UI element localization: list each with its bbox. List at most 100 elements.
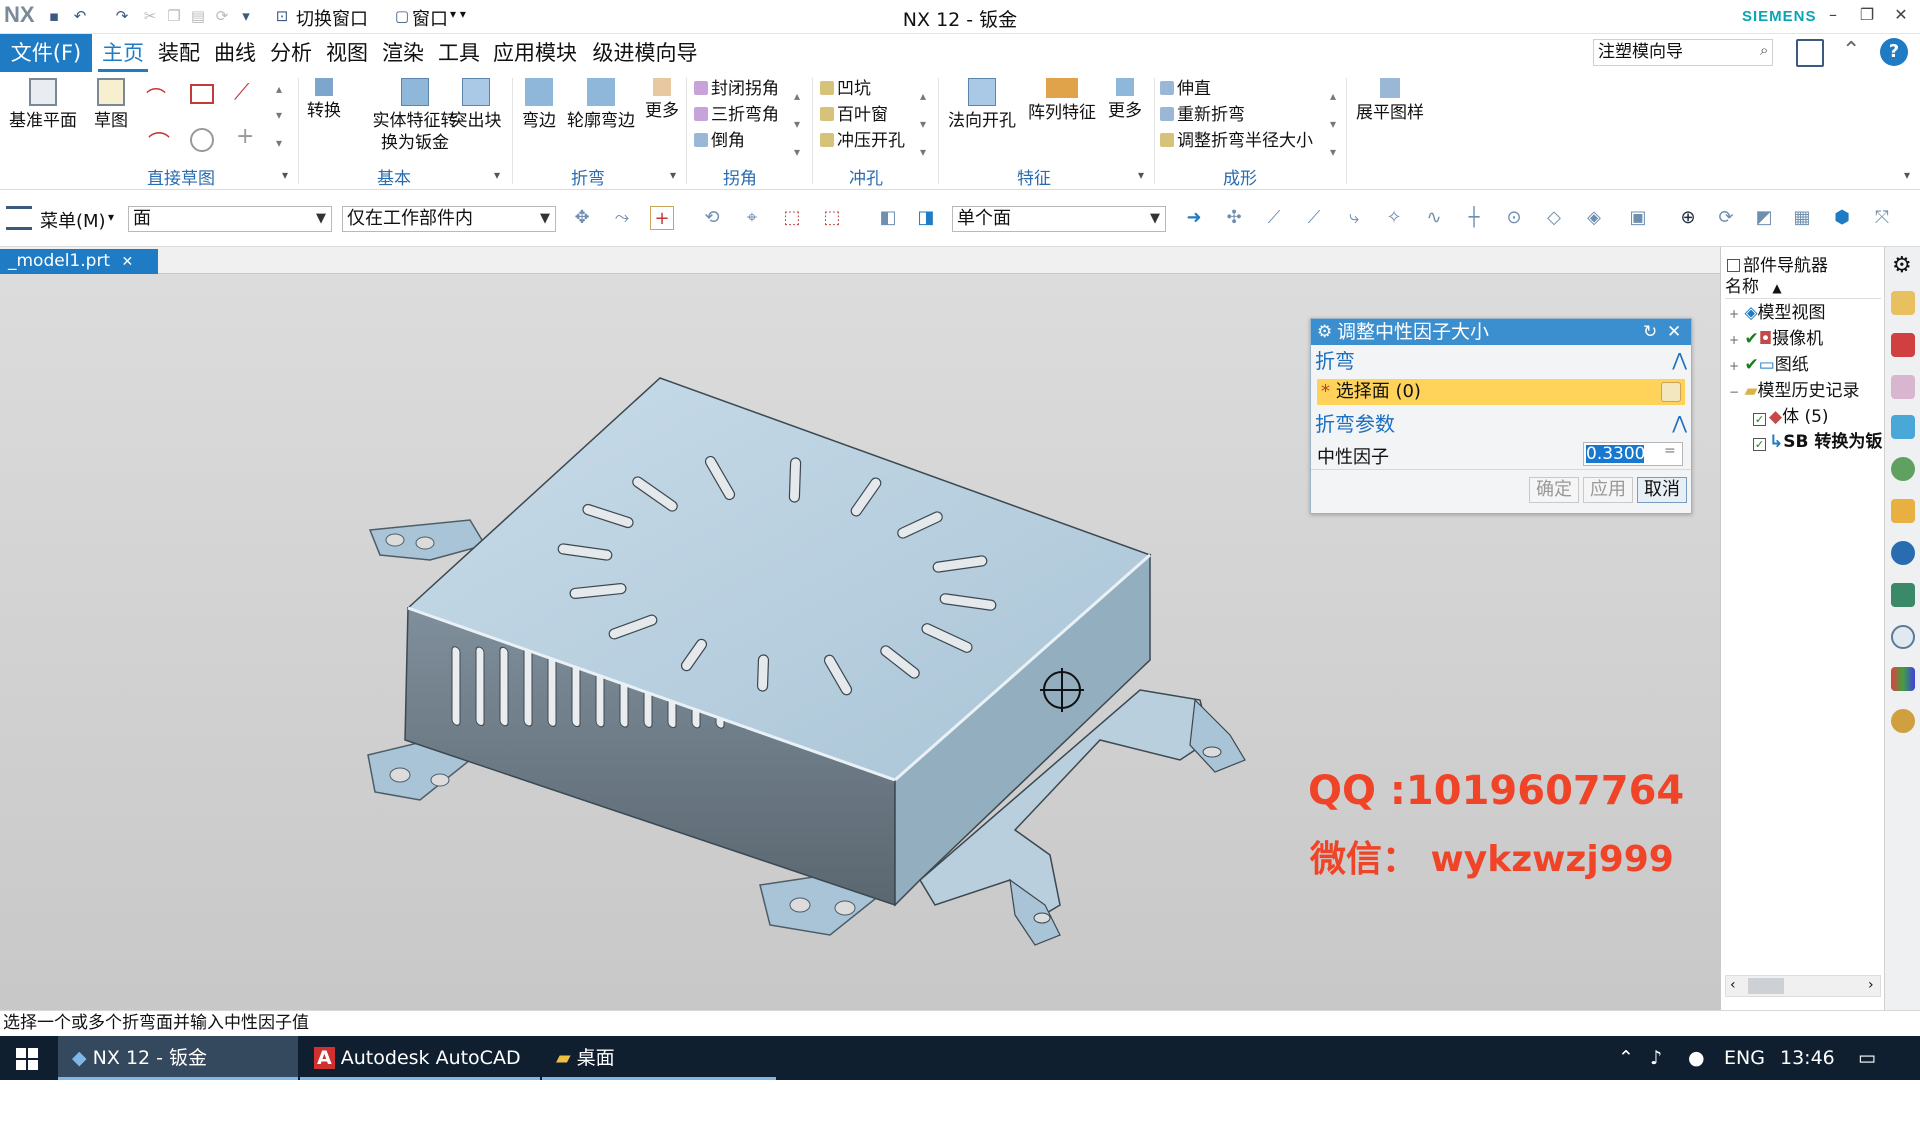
profile-icon[interactable]: ⌒ bbox=[146, 82, 166, 111]
section-params-header[interactable]: 折弯参数 ⋀ bbox=[1315, 411, 1687, 437]
tree-item-body[interactable]: ✓ ◆体 (5) bbox=[1729, 405, 1883, 430]
tab-feature-button[interactable]: 突出块 bbox=[446, 78, 506, 132]
navigator-pin-icon[interactable] bbox=[1727, 259, 1740, 272]
tree-item-convert-sheetmetal[interactable]: ✓ ↳SB 转换为钣 bbox=[1729, 430, 1883, 455]
tab-render[interactable]: 渲染 bbox=[378, 34, 428, 72]
drawn-cutout-button[interactable]: 冲压开孔 bbox=[820, 128, 928, 154]
punch-dropdown-icons[interactable]: ▴ ▾ ▾ bbox=[920, 82, 926, 166]
history-palette-icon[interactable] bbox=[1891, 583, 1915, 607]
taskbar-desktop-folder[interactable]: ▰ 桌面 bbox=[542, 1036, 776, 1080]
more-bend-button[interactable]: 更多 bbox=[642, 78, 682, 122]
switch-window-button[interactable]: 切换窗口 bbox=[296, 5, 368, 31]
select-face-row[interactable]: * 选择面 (0) bbox=[1317, 379, 1685, 405]
normal-cutout-button[interactable]: 法向开孔 bbox=[944, 78, 1020, 132]
line-icon[interactable]: ⟋ bbox=[234, 80, 249, 105]
arrow-right-icon[interactable]: ➜ bbox=[1182, 206, 1206, 230]
fit-view-icon[interactable]: ⊕ bbox=[1676, 206, 1700, 230]
sketch-button[interactable]: 草图 bbox=[88, 78, 134, 132]
snap-point-icon[interactable]: + bbox=[650, 206, 674, 230]
tree-item-model-history[interactable]: − ▰模型历史记录 bbox=[1729, 379, 1883, 405]
gallery-expand-icon[interactable]: ▾ bbox=[276, 136, 282, 150]
snap-axis-icon[interactable]: ┼ bbox=[1462, 206, 1486, 230]
assembly-navigator-icon[interactable] bbox=[1891, 291, 1915, 315]
tree-item-drawings[interactable]: + ✔▭图纸 bbox=[1729, 353, 1883, 379]
process-studio-icon[interactable] bbox=[1891, 667, 1915, 691]
collapse-ribbon-icon[interactable]: ⌃ bbox=[1842, 38, 1860, 63]
fullscreen-icon[interactable] bbox=[1796, 39, 1824, 67]
snap-existing-icon[interactable]: ✣ bbox=[1222, 206, 1246, 230]
chevron-down-icon[interactable]: ▾ bbox=[494, 168, 500, 182]
tab-curve[interactable]: 曲线 bbox=[210, 34, 260, 72]
tree-item-model-views[interactable]: + ◈模型视图 bbox=[1729, 301, 1883, 327]
minimize-icon[interactable]: – bbox=[1818, 5, 1848, 29]
chevron-down-icon[interactable]: ▾ bbox=[670, 168, 676, 182]
select-feature-icon[interactable]: ⟲ bbox=[700, 206, 724, 230]
collapse-icon[interactable]: ⋀ bbox=[1672, 411, 1687, 437]
neutral-factor-input[interactable]: 0.3300 = bbox=[1583, 442, 1683, 466]
tab-progressive-die[interactable]: 级进模向导 bbox=[588, 34, 702, 72]
render-style-icon[interactable]: ⬢ bbox=[1830, 206, 1854, 230]
cut-icon[interactable]: ✂ bbox=[140, 6, 160, 26]
help-icon[interactable]: ? bbox=[1880, 38, 1908, 66]
point-constructor-icon[interactable]: ⌖ bbox=[740, 206, 764, 230]
cube-select-icon[interactable]: ⬚ bbox=[780, 206, 804, 230]
clock-icon[interactable] bbox=[1891, 625, 1915, 649]
corner-dropdown-icons[interactable]: ▴ ▾ ▾ bbox=[794, 82, 800, 166]
chevron-down-icon[interactable]: ▾ bbox=[108, 210, 114, 224]
close-icon[interactable]: ✕ bbox=[1886, 5, 1916, 29]
hd3d-tools-icon[interactable] bbox=[1891, 499, 1915, 523]
window-menu-button[interactable]: 窗口 bbox=[412, 5, 448, 31]
tab-analysis[interactable]: 分析 bbox=[266, 34, 316, 72]
reset-icon[interactable]: ↻ bbox=[1643, 319, 1657, 345]
rectangle-select-icon[interactable]: ⬚ bbox=[820, 206, 844, 230]
tab-home[interactable]: 主页 bbox=[98, 34, 148, 72]
flat-pattern-button[interactable]: 展平图样 bbox=[1352, 78, 1428, 124]
closed-corner-button[interactable]: 封闭拐角 bbox=[694, 76, 806, 102]
tray-overflow-icon[interactable]: ⌃ bbox=[1618, 1036, 1634, 1080]
reuse-library-icon[interactable] bbox=[1891, 415, 1915, 439]
snap-curve-icon[interactable]: ∿ bbox=[1422, 206, 1446, 230]
chamfer-button[interactable]: 倒角 bbox=[694, 128, 806, 154]
rectangle-icon[interactable] bbox=[190, 84, 214, 104]
windows-start-icon[interactable] bbox=[16, 1048, 38, 1070]
point-icon[interactable]: + bbox=[236, 124, 254, 149]
circle-icon[interactable] bbox=[190, 128, 214, 152]
volume-icon[interactable]: ♪ bbox=[1650, 1036, 1662, 1080]
flange-button[interactable]: 弯边 bbox=[516, 78, 562, 132]
ok-button[interactable]: 确定 bbox=[1529, 477, 1579, 503]
resize-bend-radius-button[interactable]: 调整折弯半径大小 bbox=[1160, 128, 1330, 154]
scroll-thumb[interactable] bbox=[1748, 978, 1784, 994]
snap-quadrant-icon[interactable]: ◇ bbox=[1542, 206, 1566, 230]
taskbar-nx-app[interactable]: ◆ NX 12 - 钣金 bbox=[58, 1036, 298, 1080]
snap-mid-icon[interactable]: ⟋ bbox=[1302, 206, 1326, 230]
form-dropdown-icons[interactable]: ▴ ▾ ▾ bbox=[1330, 82, 1336, 166]
three-bend-corner-button[interactable]: 三折弯角 bbox=[694, 102, 806, 128]
undo-icon[interactable]: ↶ bbox=[70, 6, 90, 26]
snap-end-icon[interactable]: ⟋ bbox=[1262, 206, 1286, 230]
snap-view-icon[interactable]: ▣ bbox=[1626, 206, 1650, 230]
collapse-icon[interactable]: ⋀ bbox=[1672, 348, 1687, 374]
tab-view[interactable]: 视图 bbox=[322, 34, 372, 72]
contour-flange-button[interactable]: 轮廓弯边 bbox=[564, 78, 638, 132]
navigator-hscrollbar[interactable]: ‹ › bbox=[1725, 975, 1881, 997]
face-rule-select[interactable]: 单个面 ▼ bbox=[952, 206, 1166, 232]
gallery-scroll-down-icon[interactable]: ▾ bbox=[276, 108, 282, 122]
redo-icon[interactable]: ↷ bbox=[112, 6, 132, 26]
rebend-button[interactable]: 重新折弯 bbox=[1160, 102, 1330, 128]
pattern-feature-button[interactable]: 阵列特征 bbox=[1022, 78, 1102, 124]
constraint-navigator-icon[interactable] bbox=[1891, 333, 1915, 357]
taskbar-autocad-app[interactable]: A Autodesk AutoCAD ... bbox=[300, 1036, 540, 1113]
gear-icon[interactable]: ⚙ bbox=[1317, 319, 1332, 345]
close-icon[interactable]: ✕ bbox=[1667, 319, 1681, 345]
equals-menu-icon[interactable]: = bbox=[1664, 443, 1676, 459]
gallery-scroll-up-icon[interactable]: ▴ bbox=[276, 82, 282, 96]
unbend-button[interactable]: 伸直 bbox=[1160, 76, 1330, 102]
web-browser-icon[interactable] bbox=[1891, 541, 1915, 565]
input-language[interactable]: ENG bbox=[1724, 1036, 1765, 1080]
save-icon[interactable]: ▪ bbox=[44, 6, 64, 26]
datum-plane-button[interactable]: 基准平面 bbox=[4, 78, 82, 132]
convert-button[interactable]: 转换 bbox=[302, 78, 346, 122]
display-mode-icon[interactable]: ◩ bbox=[1752, 206, 1776, 230]
chevron-down-icon[interactable]: ▾ bbox=[1138, 168, 1144, 182]
rotate-icon[interactable]: ⟳ bbox=[1714, 206, 1738, 230]
